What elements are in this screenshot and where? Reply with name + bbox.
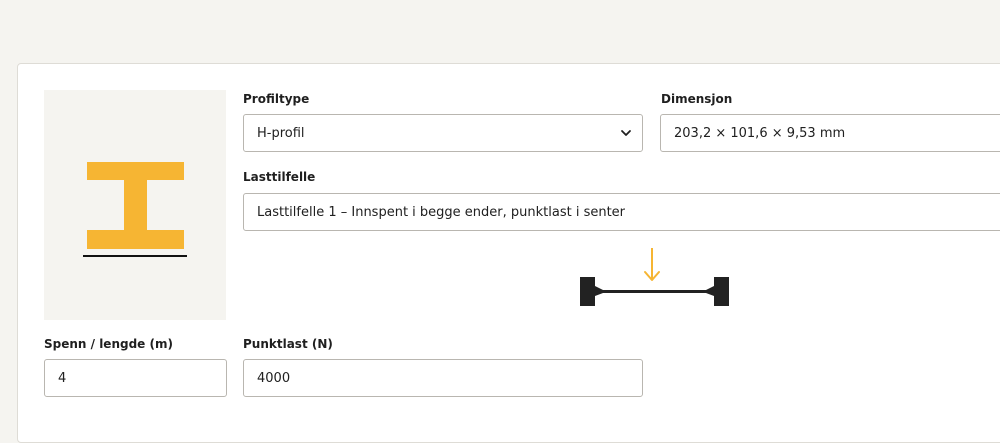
point-load-arrow-icon [644, 248, 660, 281]
load-case-select[interactable]: Lasttilfelle 1 – Innspent i begge ender,… [243, 193, 1000, 231]
dimension-label: Dimensjon [661, 92, 733, 106]
point-load-label: Punktlast (N) [243, 337, 333, 351]
profile-type-value: H-profil [257, 125, 305, 141]
point-load-input[interactable]: 4000 [243, 359, 643, 397]
h-beam-profile-icon [83, 162, 187, 257]
span-label: Spenn / lengde (m) [44, 337, 173, 351]
profile-preview-panel [44, 90, 226, 320]
fixed-ends-point-load-diagram [580, 248, 729, 306]
load-case-value: Lasttilfelle 1 – Innspent i begge ender,… [257, 204, 626, 220]
span-input[interactable]: 4 [44, 359, 227, 397]
chevron-down-icon [621, 130, 631, 136]
dimension-field[interactable]: 203,2 × 101,6 × 9,53 mm [660, 114, 1000, 152]
span-value: 4 [58, 370, 67, 386]
load-case-label: Lasttilfelle [243, 170, 316, 184]
profile-type-select[interactable]: H-profil [243, 114, 643, 152]
dimension-value: 203,2 × 101,6 × 9,53 mm [674, 125, 846, 141]
profile-type-label: Profiltype [243, 92, 310, 106]
point-load-value: 4000 [257, 370, 291, 386]
fixed-beam-icon [580, 277, 729, 306]
